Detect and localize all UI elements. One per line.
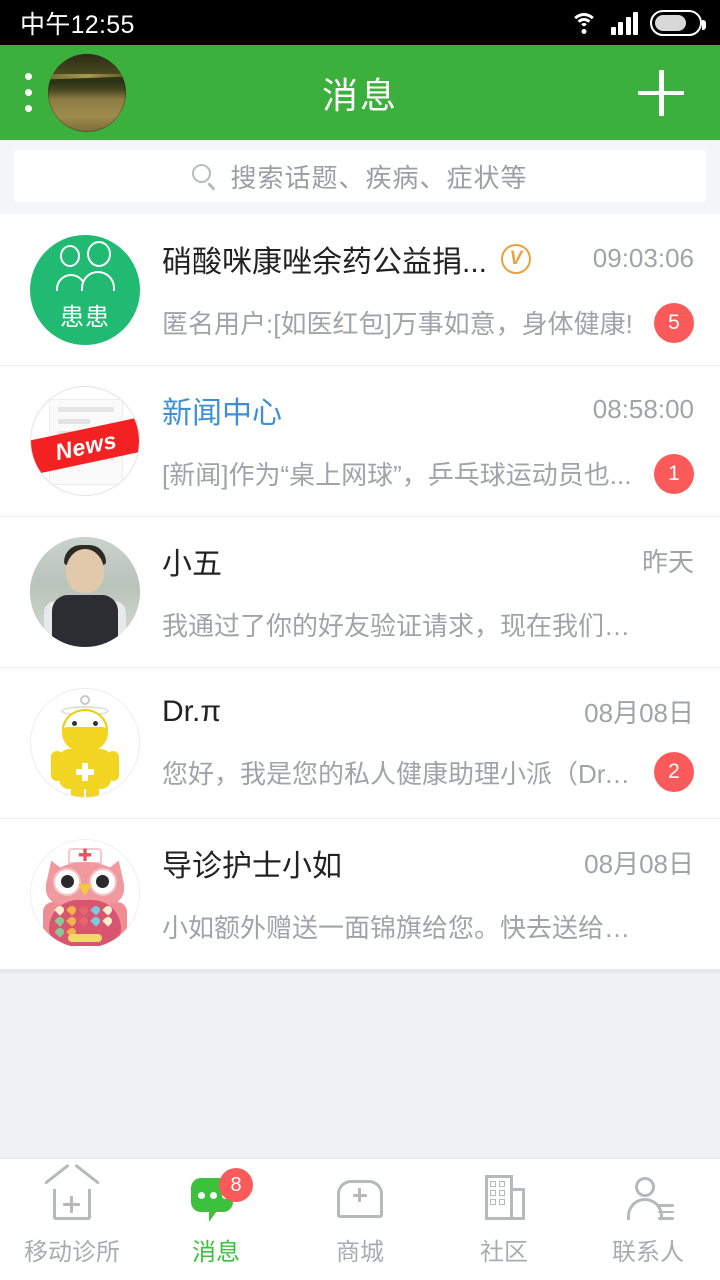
photo-avatar[interactable]: [30, 536, 140, 647]
conversation-preview: 小如额外赠送一面锦旗给您。快去送给您喜...: [162, 913, 636, 943]
patient-group-avatar[interactable]: 患患: [30, 234, 140, 345]
medical-cross-icon: [76, 762, 94, 781]
conversation-preview: 匿名用户:[如医红包]万事如意，身体健康!: [162, 309, 633, 339]
conversation-row-nurse-xiaoru[interactable]: ✚ 导诊护士小如 08月08日 小如额外赠送一面锦旗给您。快去送给您喜...: [0, 818, 720, 969]
tab-mobile-clinic[interactable]: 移动诊所: [0, 1159, 144, 1280]
status-time: 中午12:55: [20, 10, 135, 39]
robot-doctor-avatar[interactable]: [30, 687, 140, 798]
conversation-preview: 我通过了你的好友验证请求，现在我们可以...: [162, 611, 636, 641]
conversation-footer: [新闻]作为“桌上网球”，乒乓球运动员也... 1: [162, 453, 694, 494]
conversation-content: 导诊护士小如 08月08日 小如额外赠送一面锦旗给您。快去送给您喜...: [162, 841, 694, 947]
conversation-row-patient-group[interactable]: 患患 硝酸咪康唑余药公益捐... V 09:03:06 匿名用户:[如医红包]万…: [0, 214, 720, 365]
battery-icon: [650, 9, 706, 36]
owl-pupil-left: [61, 874, 74, 888]
tab-label: 社区: [480, 1239, 528, 1266]
tab-label: 商城: [336, 1239, 384, 1266]
news-avatar[interactable]: News: [30, 385, 140, 496]
conversation-header: 小五 昨天: [162, 539, 694, 583]
owl-heart-pattern: [54, 903, 114, 938]
app-bar: 消息: [0, 45, 720, 140]
conversation-title: 小五: [162, 547, 222, 581]
conversation-title: 新闻中心: [162, 396, 282, 430]
empty-space: [0, 973, 720, 1164]
robot-leg-right: [86, 786, 99, 797]
app-screen: 中午12:55 消息 搜索话题、疾病、症状等 患患 硝酸咪康唑余药公益捐... …: [0, 0, 720, 1280]
owl-pupil-right: [96, 874, 109, 888]
avatar-head: [66, 548, 104, 593]
avatar-label: 患患: [60, 304, 110, 331]
verified-badge-icon: V: [501, 243, 532, 274]
owl-feet: [68, 933, 102, 942]
tab-messages[interactable]: 8 消息: [144, 1159, 288, 1280]
conversation-footer: 您好，我是您的私人健康助理小派（Dr.π... 2: [162, 752, 694, 792]
nurse-cap-cross-icon: ✚: [77, 845, 93, 865]
status-bar: 中午12:55: [0, 0, 720, 45]
unread-badge: 2: [654, 752, 694, 792]
tab-unread-badge: 8: [219, 1168, 253, 1202]
avatar-body: [52, 594, 118, 647]
conversation-footer: 小如额外赠送一面锦旗给您。快去送给您喜...: [162, 907, 694, 947]
conversation-header: 导诊护士小如 08月08日: [162, 841, 694, 885]
conversation-list: 患患 硝酸咪康唑余药公益捐... V 09:03:06 匿名用户:[如医红包]万…: [0, 214, 720, 973]
clinic-house-icon: [45, 1172, 99, 1222]
conversation-preview: 您好，我是您的私人健康助理小派（Dr.π...: [162, 758, 636, 789]
tab-label: 移动诊所: [24, 1239, 120, 1266]
tab-contacts[interactable]: 联系人: [576, 1159, 720, 1280]
conversation-header: Dr.π 08月08日: [162, 693, 694, 730]
tab-store[interactable]: 商城: [288, 1159, 432, 1280]
building-icon: [477, 1172, 531, 1222]
owl-beak: [78, 883, 92, 896]
user-avatar[interactable]: [48, 53, 126, 132]
conversation-title: 导诊护士小如: [162, 849, 342, 883]
conversation-title: 硝酸咪康唑余药公益捐...: [162, 245, 488, 279]
bottom-navigation: 移动诊所 8 消息 商城 社区 联系人: [0, 1158, 720, 1280]
tab-community[interactable]: 社区: [432, 1159, 576, 1280]
conversation-row-news-center[interactable]: News 新闻中心 08:58:00 [新闻]作为“桌上网球”，乒乓球运动员也.…: [0, 365, 720, 516]
search-placeholder: 搜索话题、疾病、症状等: [230, 162, 528, 193]
conversation-preview: [新闻]作为“桌上网球”，乒乓球运动员也...: [162, 460, 632, 490]
conversation-content: 硝酸咪康唑余药公益捐... V 09:03:06 匿名用户:[如医红包]万事如意…: [162, 237, 694, 343]
owl-nurse-avatar[interactable]: ✚: [30, 838, 140, 949]
contact-person-icon: [621, 1172, 675, 1222]
people-glyph-icon: [56, 241, 115, 291]
unread-badge: 1: [654, 453, 694, 494]
conversation-time: 08月08日: [584, 849, 694, 879]
conversation-content: 新闻中心 08:58:00 [新闻]作为“桌上网球”，乒乓球运动员也... 1: [162, 388, 694, 494]
conversation-footer: 匿名用户:[如医红包]万事如意，身体健康! 5: [162, 302, 694, 343]
conversation-time: 08月08日: [584, 698, 694, 728]
head-mirror-icon: [80, 694, 90, 705]
search-input[interactable]: 搜索话题、疾病、症状等: [14, 150, 706, 202]
conversation-row-xiaowu[interactable]: 小五 昨天 我通过了你的好友验证请求，现在我们可以...: [0, 516, 720, 667]
search-icon: [192, 164, 217, 190]
conversation-content: Dr.π 08月08日 您好，我是您的私人健康助理小派（Dr.π... 2: [162, 693, 694, 792]
unread-badge: 5: [654, 302, 694, 343]
robot-eye-left: [72, 720, 77, 726]
plus-icon[interactable]: [638, 69, 684, 116]
overflow-menu-icon[interactable]: [16, 73, 40, 112]
robot-mask: [62, 726, 108, 751]
status-icons: [569, 9, 706, 36]
conversation-time: 09:03:06: [592, 243, 694, 273]
chat-bubble-icon: 8: [189, 1168, 253, 1222]
conversation-content: 小五 昨天 我通过了你的好友验证请求，现在我们可以...: [162, 539, 694, 645]
robot-eye-right: [93, 720, 98, 726]
wifi-icon: [569, 11, 599, 35]
conversation-time: 08:58:00: [592, 394, 694, 424]
conversation-header: 硝酸咪康唑余药公益捐... V 09:03:06: [162, 237, 694, 281]
conversation-time: 昨天: [641, 547, 694, 577]
tab-label: 联系人: [612, 1239, 684, 1266]
shop-icon: [333, 1172, 387, 1222]
robot-leg-left: [71, 786, 84, 797]
conversation-title: Dr.π: [162, 694, 222, 728]
conversation-row-dr-pi[interactable]: Dr.π 08月08日 您好，我是您的私人健康助理小派（Dr.π... 2: [0, 667, 720, 818]
search-bar: 搜索话题、疾病、症状等: [0, 140, 720, 214]
tab-label: 消息: [192, 1239, 240, 1266]
signal-icon: [610, 11, 638, 35]
conversation-header: 新闻中心 08:58:00: [162, 388, 694, 432]
conversation-footer: 我通过了你的好友验证请求，现在我们可以...: [162, 605, 694, 645]
